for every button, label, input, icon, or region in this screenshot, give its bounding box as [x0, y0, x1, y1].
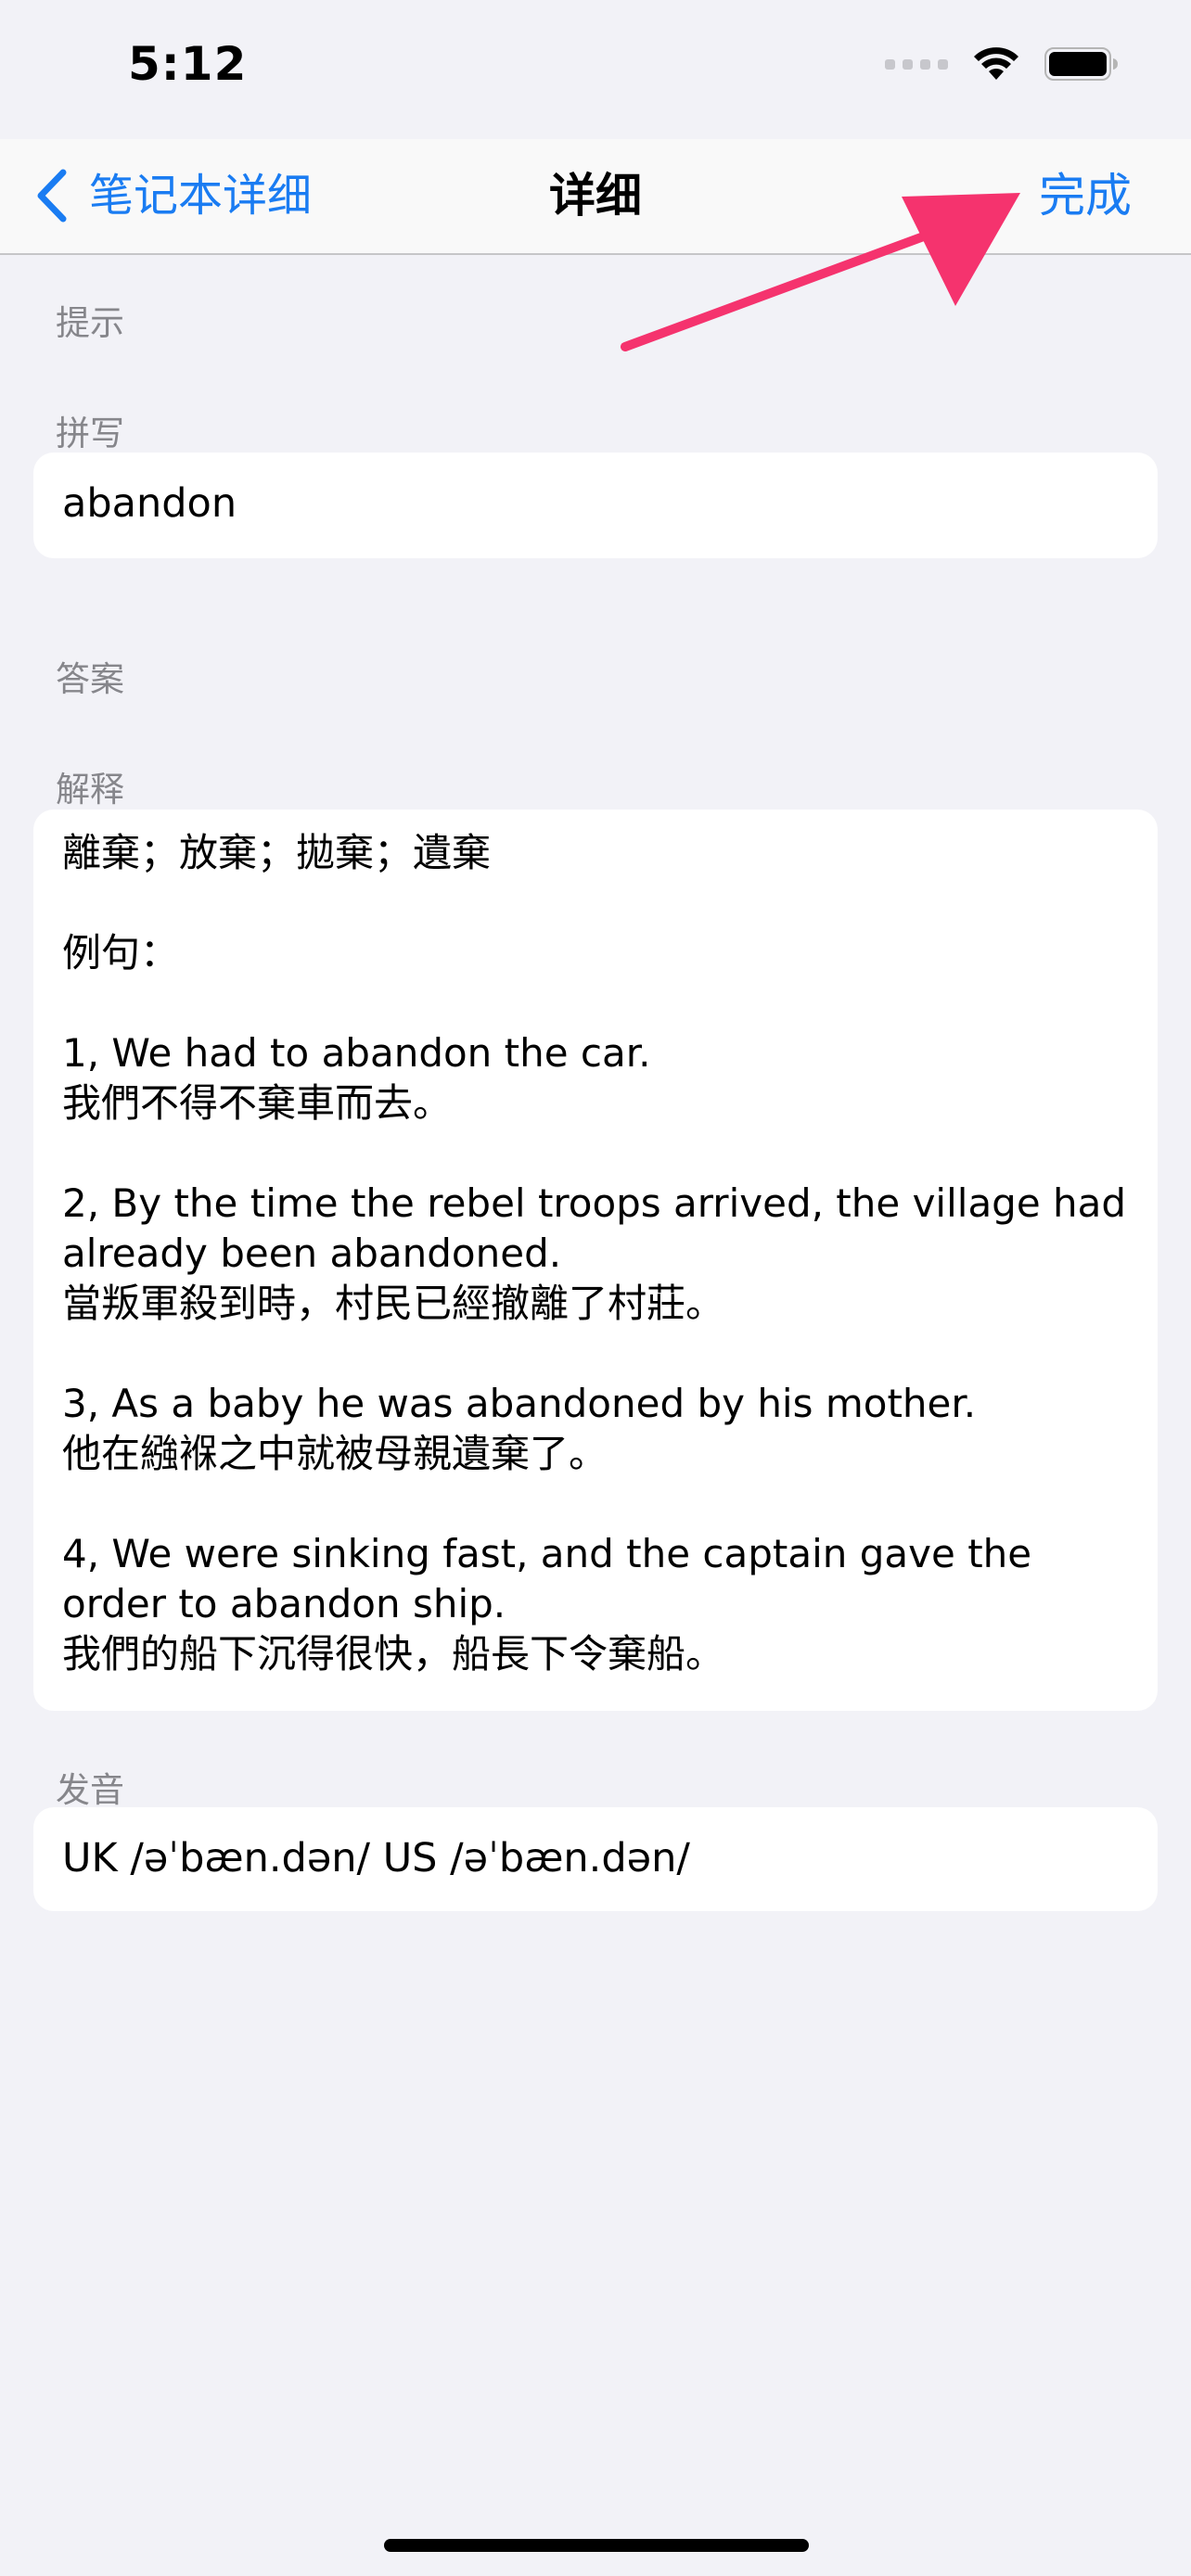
- navigation-bar: 笔记本详细 详细 完成: [0, 139, 1191, 255]
- spelling-field[interactable]: abandon: [33, 453, 1158, 558]
- answer-section-header: 答案: [56, 659, 124, 699]
- pronunciation-field[interactable]: UK /əˈbæn.dən/ US /əˈbæn.dən/: [33, 1807, 1158, 1911]
- explanation-value: 離棄；放棄；拋棄；遺棄 例句： 1, We had to abandon the…: [62, 830, 1127, 1677]
- explanation-section-header: 解释: [56, 770, 124, 810]
- battery-icon: [1044, 46, 1119, 82]
- page-title: 详细: [549, 169, 642, 223]
- done-button[interactable]: 完成: [1039, 163, 1132, 228]
- spelling-value: abandon: [62, 480, 237, 527]
- spelling-section-header: 拼写: [56, 414, 124, 453]
- pronunciation-section-header: 发音: [56, 1770, 124, 1810]
- cellular-signal-icon: [885, 58, 948, 70]
- wifi-icon: [972, 46, 1020, 82]
- status-icons: [885, 46, 1119, 82]
- home-indicator[interactable]: [384, 2539, 809, 2552]
- status-time: 5:12: [128, 37, 248, 91]
- status-bar: 5:12: [0, 0, 1191, 139]
- pronunciation-value: UK /əˈbæn.dən/ US /əˈbæn.dən/: [62, 1835, 690, 1881]
- hint-section-header: 提示: [56, 303, 124, 343]
- explanation-field[interactable]: 離棄；放棄；拋棄；遺棄 例句： 1, We had to abandon the…: [33, 810, 1158, 1711]
